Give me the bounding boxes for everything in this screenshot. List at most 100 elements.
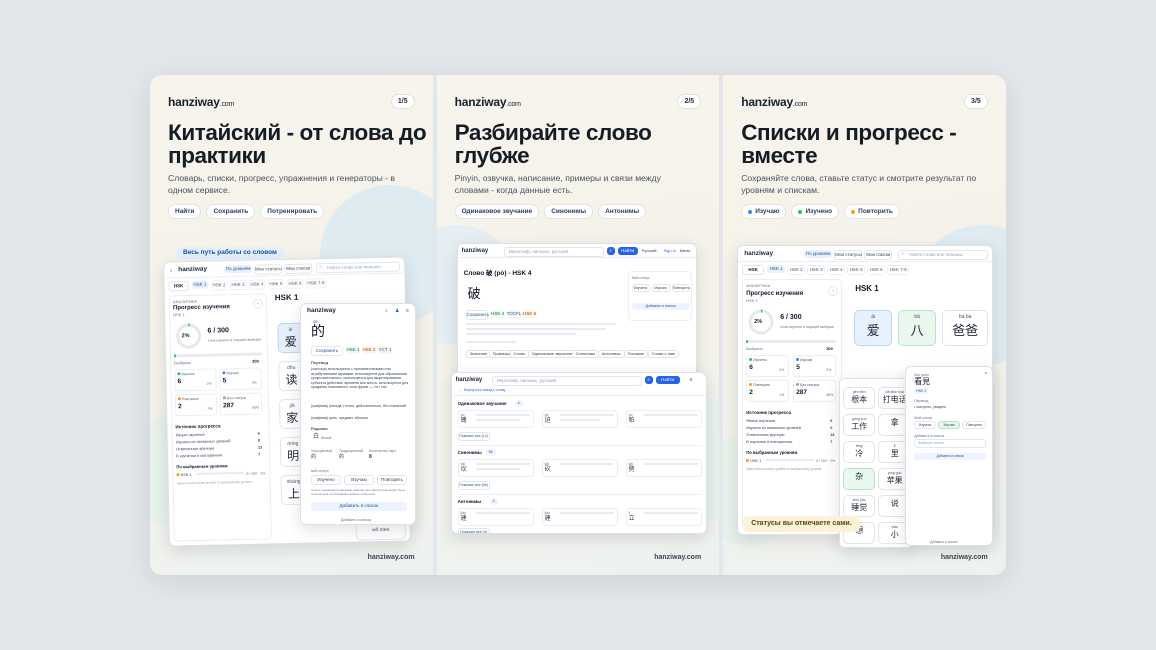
level-tab-hsk3[interactable]: HSK 3 — [807, 265, 826, 275]
level-select[interactable]: HSK — [742, 265, 765, 275]
level-tab-hsk1[interactable]: HSK 1 — [191, 280, 209, 289]
site-url[interactable]: hanziway.com — [654, 554, 701, 561]
language-select[interactable]: Русский — [642, 248, 657, 254]
chip-antonyms[interactable]: Антонимы — [598, 204, 647, 219]
word-tile[interactable]: 杂 — [843, 468, 876, 490]
word-tile[interactable]: gēn běn 根本 — [843, 387, 876, 409]
brand-logo[interactable]: hanziway.com — [455, 95, 521, 109]
word-tile[interactable]: bā 八 — [898, 310, 937, 346]
menu-icon[interactable]: ≡ — [690, 377, 693, 383]
status-learned-button[interactable]: Изучено — [914, 421, 937, 429]
show-all-button[interactable]: Показать все (56) — [457, 481, 490, 490]
save-button[interactable]: Сохранить — [465, 310, 489, 320]
back-link[interactable]: ← Вернуться назад к слову — [460, 387, 506, 393]
definition-2: (графема) (иногда ) точно, действительно… — [311, 404, 406, 408]
show-all-button[interactable]: Показать все (4) — [457, 528, 490, 533]
nav-my-lists[interactable]: Мои списки — [284, 263, 313, 275]
tab-homophones[interactable]: Одинаковое звучание — [527, 350, 577, 358]
add-to-list-button[interactable]: Добавить в список — [631, 303, 690, 310]
relation-card[interactable] — [457, 508, 534, 526]
nav-by-level[interactable]: По уровням — [224, 264, 253, 274]
search-input[interactable]: Иероглиф, пиньинь, русский — [491, 376, 642, 386]
level-tab-hsk3[interactable]: HSK 3 — [229, 279, 247, 291]
menu-icon[interactable]: ≡ — [406, 308, 409, 314]
search-input[interactable]: Найти слово или пиньинь — [898, 250, 989, 260]
chip-learned[interactable]: Изучено — [791, 204, 840, 219]
level-tab-hsk2[interactable]: HSK 2 — [787, 265, 806, 275]
word-tile[interactable]: lěng 冷 — [843, 441, 876, 463]
word-tile[interactable]: ài 爱 — [854, 310, 893, 346]
tab-meaning[interactable]: Значение — [465, 350, 492, 358]
search-icon[interactable]: ⌕ — [385, 308, 388, 314]
search-icon[interactable]: ⌕ — [606, 247, 615, 255]
search-button[interactable]: Найти — [617, 247, 638, 255]
level-tab-hsk7-9[interactable]: HSK 7-9 — [305, 278, 327, 289]
status-learning-button[interactable]: Изучаю — [344, 475, 374, 485]
slide-2[interactable]: hanziway.com 2/5 Разбирайте слово глубже… — [436, 75, 720, 575]
chip-practice[interactable]: Потренировать — [260, 204, 325, 219]
nav-my-statuses[interactable]: Мои статусы — [834, 250, 863, 260]
nav-by-level[interactable]: По уровням — [804, 250, 833, 258]
add-to-list-link[interactable]: Добавить в список — [930, 539, 957, 545]
level-tab-hsk2[interactable]: HSK 2 — [210, 280, 228, 291]
show-all-button[interactable]: Показать все (12) — [457, 432, 490, 441]
slide-1[interactable]: hanziway.com 1/5 Китайский - от слова до… — [150, 75, 433, 575]
save-button[interactable]: Сохранить — [311, 346, 343, 356]
level-tab-hsk4[interactable]: HSK 4 — [827, 265, 846, 275]
menu-button[interactable]: Меню — [680, 248, 691, 254]
status-learning-button[interactable]: Изучаю — [938, 421, 961, 429]
chip-find[interactable]: Найти — [168, 204, 202, 219]
tab-antonyms[interactable]: Антонимы — [597, 350, 625, 358]
word-tile[interactable]: gōng zuò 工作 — [843, 414, 876, 436]
level-tab-hsk4[interactable]: HSK 4 — [248, 279, 266, 290]
relation-card[interactable] — [625, 410, 702, 428]
chip-synonyms[interactable]: Синонимы — [544, 204, 594, 219]
chip-repeat[interactable]: Повторить — [844, 204, 900, 219]
level-select[interactable]: HSK — [168, 281, 189, 292]
status-learning-button[interactable]: Изучаю — [651, 284, 670, 292]
status-learned-button[interactable]: Изучено — [311, 475, 341, 485]
sign-in-link[interactable]: Sign in — [664, 248, 676, 254]
add-to-list-button[interactable]: Добавить в список — [311, 502, 407, 511]
level-tab-hsk7-9[interactable]: HSK 7-9 — [887, 265, 910, 275]
relation-card[interactable] — [625, 508, 702, 526]
search-button[interactable]: Найти — [655, 376, 680, 384]
user-icon[interactable]: ♟ — [395, 308, 399, 314]
relation-card[interactable] — [541, 508, 618, 526]
site-url[interactable]: hanziway.com — [941, 554, 988, 561]
search-input[interactable]: Иероглиф, пиньинь, русский — [503, 247, 604, 257]
add-to-list-button[interactable]: Добавить в список — [914, 453, 987, 460]
nav-my-statuses[interactable]: Мои статусы — [254, 264, 283, 275]
chip-save[interactable]: Сохранить — [206, 204, 256, 219]
brand-logo[interactable]: hanziway.com — [168, 95, 234, 109]
slide-3[interactable]: hanziway.com 3/5 Списки и прогресс - вме… — [723, 75, 1006, 575]
status-repeat-button[interactable]: Повторить — [671, 284, 690, 292]
level-tab-hsk6[interactable]: HSK 6 — [286, 278, 304, 289]
search-input[interactable]: Найти слово или пиньинь — [316, 261, 401, 274]
search-icon[interactable]: ⌕ — [644, 376, 653, 384]
tab-word[interactable]: Слово — [509, 350, 530, 358]
level-tab-hsk1[interactable]: HSK 1 — [767, 265, 786, 273]
relation-card[interactable] — [541, 459, 618, 477]
level-tab-hsk5[interactable]: HSK 5 — [847, 265, 866, 275]
status-repeat-button[interactable]: Повторить — [962, 421, 987, 429]
tab-words-with[interactable]: Слова с ним — [647, 350, 679, 358]
brand-logo[interactable]: hanziway.com — [741, 95, 807, 109]
site-url[interactable]: hanziway.com — [368, 554, 415, 561]
status-learned-button[interactable]: Изучено — [631, 284, 650, 292]
chip-homophones[interactable]: Одинаковое звучание — [454, 204, 540, 219]
nav-my-lists[interactable]: Мои списки — [864, 250, 893, 260]
close-icon[interactable]: × — [984, 371, 987, 377]
list-select[interactable]: Выберите список — [914, 439, 987, 448]
add-to-list-link[interactable]: Добавить в список — [341, 517, 371, 523]
level-tab-hsk6[interactable]: HSK 6 — [867, 265, 886, 275]
status-repeat-button[interactable]: Повторить — [377, 475, 407, 485]
relation-card[interactable] — [625, 459, 702, 477]
word-tile[interactable]: shuì jiào 睡觉 — [843, 495, 876, 517]
back-icon[interactable]: ‹ — [170, 268, 172, 274]
level-tab-hsk5[interactable]: HSK 5 — [267, 279, 285, 290]
tab-synonyms[interactable]: Синонимы — [571, 350, 600, 358]
chip-learning[interactable]: Изучаю — [741, 204, 787, 219]
word-tile[interactable]: bà ba 爸爸 — [942, 310, 989, 346]
tab-similar[interactable]: Похожие — [623, 350, 648, 358]
